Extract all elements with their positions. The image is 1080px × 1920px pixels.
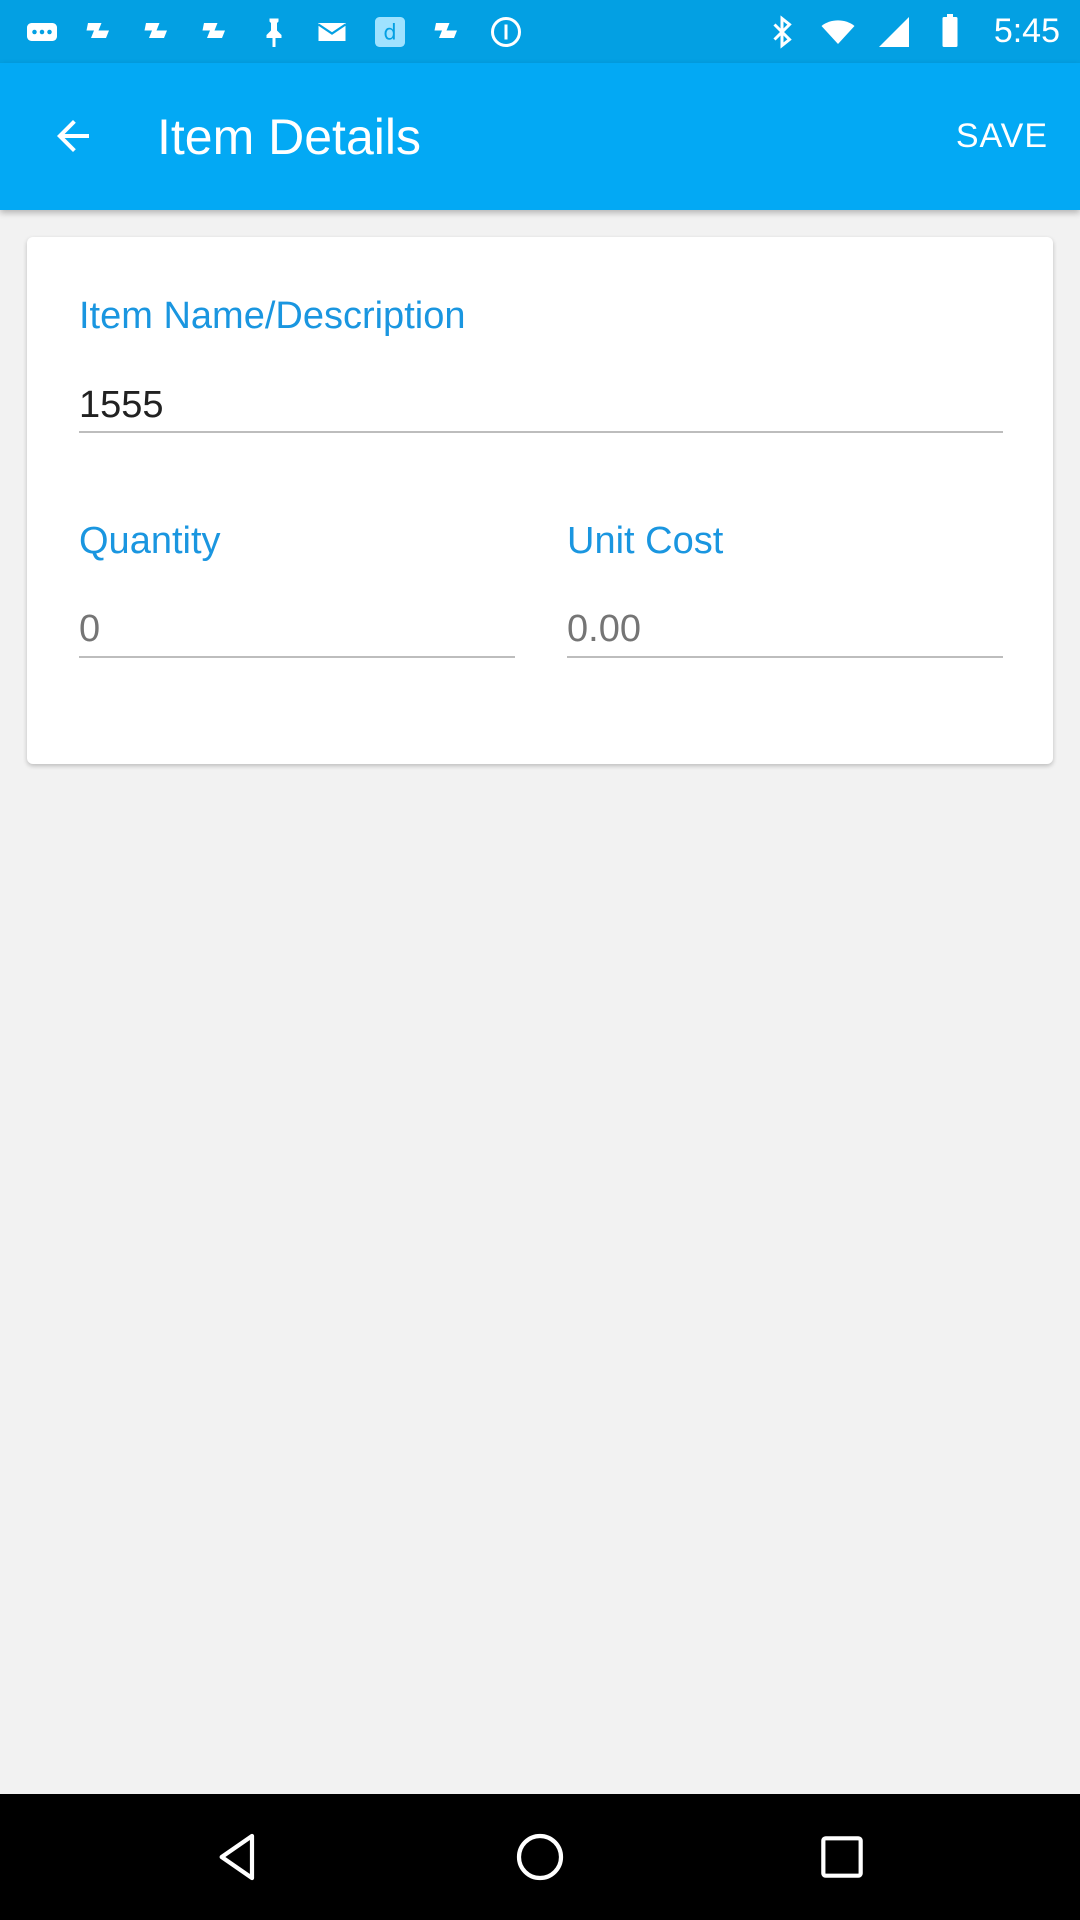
status-system-icons: 5:45	[762, 0, 1060, 63]
back-button[interactable]	[28, 91, 118, 181]
item-name-input[interactable]	[79, 375, 1003, 435]
status-bar: d 5:45	[0, 0, 1080, 63]
app-bar: Item Details SAVE	[0, 63, 1080, 210]
nav-back-button[interactable]	[208, 1827, 268, 1887]
battery-icon	[930, 12, 970, 52]
unit-cost-underline	[567, 656, 1003, 658]
quantity-underline	[79, 656, 515, 658]
save-button[interactable]: SAVE	[954, 99, 1050, 173]
pin-icon	[254, 12, 294, 52]
item-details-card: Item Name/Description Quantity Unit Cost	[27, 237, 1053, 764]
recents-square-icon	[821, 1836, 863, 1878]
unit-cost-input[interactable]	[567, 599, 1003, 659]
d-app-icon: d	[370, 12, 410, 52]
fan-icon	[428, 12, 468, 52]
signal-icon	[874, 12, 914, 52]
status-notifications: d	[22, 0, 526, 63]
status-time: 5:45	[993, 12, 1060, 50]
fan-icon	[138, 12, 178, 52]
arrow-back-icon	[57, 120, 89, 152]
nav-home-button[interactable]	[510, 1827, 570, 1887]
item-name-underline	[79, 431, 1003, 433]
unit-cost-label: Unit Cost	[567, 520, 724, 562]
nav-recents-button[interactable]	[812, 1827, 872, 1887]
back-triangle-icon	[219, 1833, 255, 1881]
home-circle-icon	[516, 1833, 564, 1881]
more-icon	[22, 12, 62, 52]
item-name-label: Item Name/Description	[79, 295, 466, 337]
fan-icon	[196, 12, 236, 52]
system-nav-bar	[0, 1794, 1080, 1920]
quantity-label: Quantity	[79, 520, 221, 562]
wifi-icon	[818, 12, 858, 52]
mail-icon	[312, 12, 352, 52]
fan-icon	[80, 12, 120, 52]
svg-text:d: d	[383, 20, 396, 44]
bluetooth-icon	[762, 12, 802, 52]
page-title: Item Details	[157, 108, 421, 165]
info-icon	[486, 12, 526, 52]
quantity-input[interactable]	[79, 599, 515, 659]
